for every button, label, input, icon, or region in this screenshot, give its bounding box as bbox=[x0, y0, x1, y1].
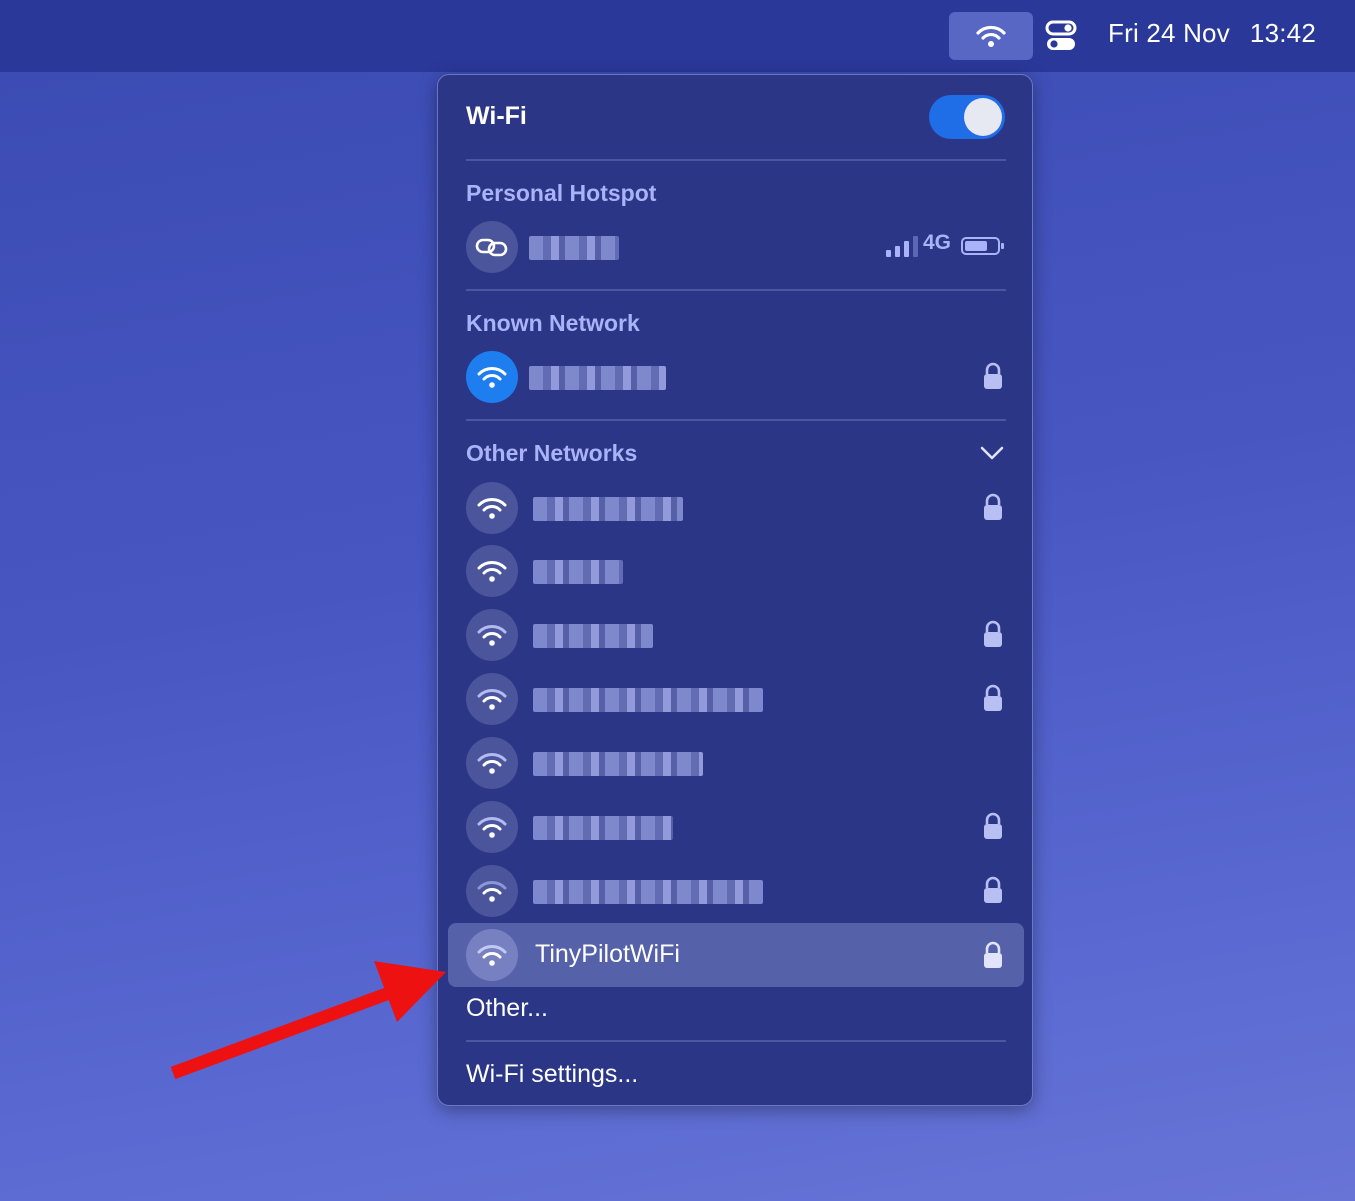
annotation-arrow bbox=[170, 961, 446, 1080]
